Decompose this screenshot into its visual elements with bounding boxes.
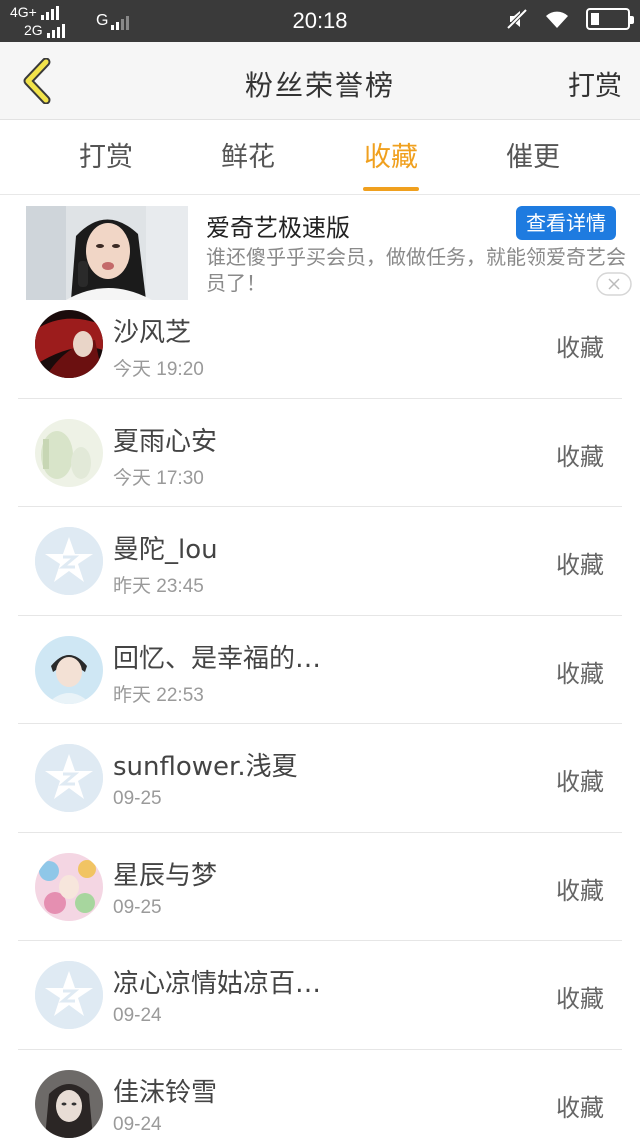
status-bar: 4G+ 2G G 20:18 xyxy=(0,0,640,42)
ad-banner[interactable]: 爱奇艺极速版 查看详情 谁还傻乎乎买会员，做做任务，就能领爱奇艺会员了！ xyxy=(0,196,640,300)
timestamp: 09-25 xyxy=(113,788,162,809)
avatar-pale-green xyxy=(35,418,103,487)
ad-title: 爱奇艺极速版 xyxy=(206,214,350,242)
ad-image[interactable] xyxy=(26,206,188,300)
default-avatar-icon xyxy=(35,961,103,1029)
list-item[interactable]: 星辰与梦 09-25 收藏 xyxy=(18,833,622,941)
timestamp: 今天 19:20 xyxy=(113,359,204,380)
list-item[interactable]: 沙风芝 今天 19:20 收藏 xyxy=(18,290,622,399)
list-item[interactable]: 回忆、是幸福的… 昨天 22:53 收藏 xyxy=(18,616,622,724)
tab-urge[interactable]: 催更 xyxy=(463,121,603,195)
timestamp: 今天 17:30 xyxy=(113,467,204,489)
tab-collect-label: 收藏 xyxy=(364,142,418,173)
tab-bar: 打赏 鲜花 收藏 催更 xyxy=(0,121,640,195)
collect-label: 收藏 xyxy=(556,768,604,796)
user-name: 凉心凉情姑凉百… xyxy=(113,969,322,999)
timestamp: 昨天 22:53 xyxy=(113,684,204,706)
avatar-colorful-anime xyxy=(35,852,103,921)
avatar[interactable] xyxy=(35,310,103,378)
collect-label: 收藏 xyxy=(556,659,604,688)
timestamp: 昨天 23:45 xyxy=(113,576,204,597)
tab-active-indicator xyxy=(363,187,419,191)
tab-collect[interactable]: 收藏 xyxy=(321,121,461,195)
avatar[interactable] xyxy=(35,961,103,1029)
avatar[interactable] xyxy=(35,527,103,595)
timestamp: 09-24 xyxy=(113,1113,162,1135)
avatar-person-blue xyxy=(35,635,103,704)
list-item[interactable]: 曼陀_lou 昨天 23:45 收藏 xyxy=(18,507,622,616)
user-name: 星辰与梦 xyxy=(113,860,218,891)
collect-label: 收藏 xyxy=(556,985,604,1013)
user-name: 夏雨心安 xyxy=(113,426,218,457)
avatar[interactable] xyxy=(35,744,103,812)
tab-reward[interactable]: 打赏 xyxy=(36,121,176,195)
reward-button[interactable]: 打赏 xyxy=(568,64,622,103)
mute-icon xyxy=(506,8,528,30)
timestamp: 09-24 xyxy=(113,1005,162,1026)
user-name: sunflower.浅夏 xyxy=(113,752,298,782)
user-name: 沙风芝 xyxy=(113,318,192,348)
header-bar: 粉丝荣誉榜 打赏 xyxy=(0,42,640,120)
user-name: 曼陀_lou xyxy=(113,535,218,565)
page-title: 粉丝荣誉榜 xyxy=(244,69,395,102)
avatar[interactable] xyxy=(35,852,103,921)
ad-description: 谁还傻乎乎买会员，做做任务，就能领爱奇艺会员了！ xyxy=(206,245,626,295)
status-icons xyxy=(506,8,634,30)
default-avatar-icon xyxy=(35,527,103,595)
avatar[interactable] xyxy=(35,418,103,487)
timestamp: 09-25 xyxy=(113,896,162,918)
list-item[interactable]: 佳沫铃雪 09-24 收藏 xyxy=(18,1050,622,1138)
tab-flowers[interactable]: 鲜花 xyxy=(178,121,318,195)
wifi-icon xyxy=(546,11,568,28)
view-details-button[interactable]: 查看详情 xyxy=(516,206,616,240)
list-item[interactable]: 夏雨心安 今天 17:30 收藏 xyxy=(18,399,622,507)
list-item[interactable]: 凉心凉情姑凉百… 09-24 收藏 xyxy=(18,941,622,1050)
user-name: 佳沫铃雪 xyxy=(113,1077,218,1108)
default-avatar-icon xyxy=(35,744,103,812)
avatar-dark-anime xyxy=(35,1069,103,1138)
collect-label: 收藏 xyxy=(556,334,604,362)
battery-icon xyxy=(586,8,634,30)
list-item[interactable]: sunflower.浅夏 09-25 收藏 xyxy=(18,724,622,833)
collect-label: 收藏 xyxy=(556,876,604,905)
collect-label: 收藏 xyxy=(556,442,604,471)
avatar-red-hair xyxy=(35,310,103,378)
collect-label: 收藏 xyxy=(556,551,604,579)
user-name: 回忆、是幸福的… xyxy=(113,643,322,674)
avatar[interactable] xyxy=(35,635,103,704)
ad-photo-woman xyxy=(26,206,188,300)
fan-list: 沙风芝 今天 19:20 收藏 夏雨心安 今天 17:30 收藏 曼陀_lou … xyxy=(18,290,622,1138)
collect-label: 收藏 xyxy=(556,1093,604,1122)
avatar[interactable] xyxy=(35,1069,103,1138)
